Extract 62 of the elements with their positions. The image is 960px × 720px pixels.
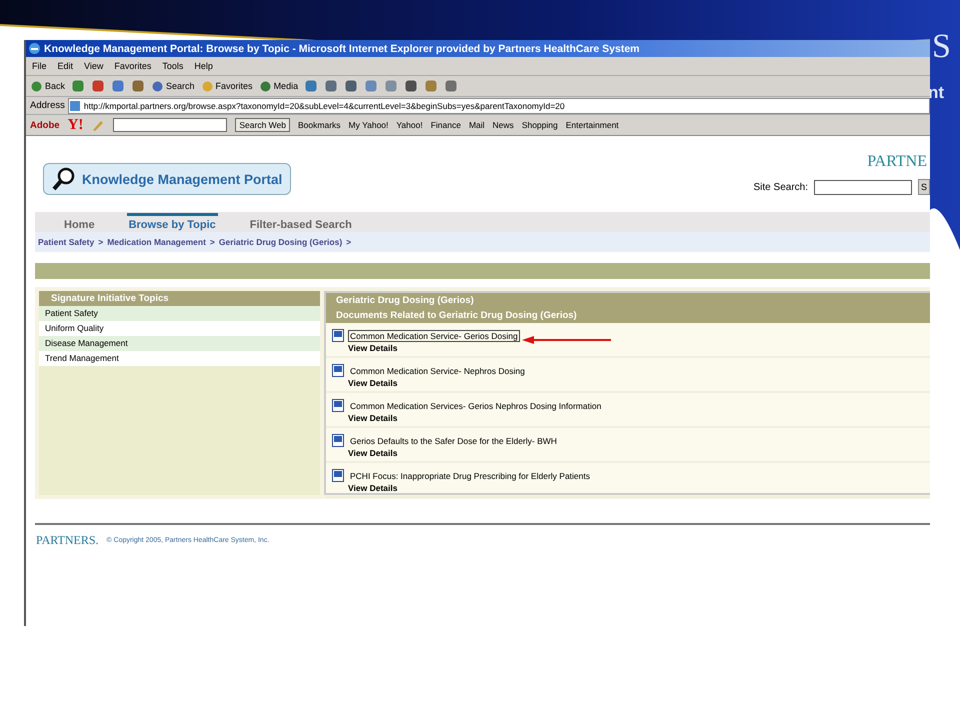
view-details-link[interactable]: View Details xyxy=(348,343,398,353)
breadcrumb-link[interactable]: Medication Management xyxy=(107,237,206,247)
partners-logo: PARTNE xyxy=(867,153,927,171)
toolbar-link[interactable]: Bookmarks xyxy=(298,120,341,130)
document-link[interactable]: Common Medication Service- Nephros Dosing xyxy=(348,365,527,377)
document-link[interactable]: Common Medication Services- Gerios Nephros Dosing Information xyxy=(348,400,604,412)
menu-item[interactable]: Tools xyxy=(162,61,184,71)
document-link[interactable]: PCHI Focus: Inappropriate Drug Prescribing for Elderly Patients xyxy=(348,470,592,482)
toolbar-link[interactable]: Mail xyxy=(468,120,485,130)
search-button[interactable]: Search xyxy=(151,80,195,92)
address-field[interactable]: http://kmportal.partners.org/browse.aspx?taxonomyId=20&subLevel=4&currentLevel=3&beginSubs=yes&parentTaxonomyId=20 xyxy=(68,98,930,114)
logo-letter: S xyxy=(932,30,951,64)
sidebar-heading: Signature Initiative Topics xyxy=(39,291,320,306)
toolbar-link[interactable]: My Yahoo! xyxy=(348,120,388,130)
nav-tab[interactable]: Filter-based Search xyxy=(248,212,354,232)
toolbar-link[interactable]: Finance xyxy=(430,120,461,130)
document-icon xyxy=(332,399,344,412)
toolbar-link[interactable]: News xyxy=(492,120,514,130)
menu-item[interactable]: Help xyxy=(194,61,213,71)
view-details-link[interactable]: View Details xyxy=(348,413,398,423)
sidebar-item[interactable]: Uniform Quality xyxy=(39,321,320,336)
document-link[interactable]: Common Medication Service- Gerios Dosing xyxy=(348,330,520,342)
documents-subtitle: Documents Related to Geriatric Drug Dosing (Gerios) xyxy=(336,310,578,321)
site-search-field[interactable] xyxy=(814,180,912,194)
nav-tab[interactable]: Home xyxy=(62,212,97,232)
breadcrumb-separator: > xyxy=(346,237,352,247)
document-icon xyxy=(332,469,344,482)
portal-logo[interactable]: Knowledge Management Portal xyxy=(43,163,292,195)
sidebar-item[interactable]: Patient Safety xyxy=(39,306,320,321)
back-button[interactable]: Back xyxy=(30,80,66,92)
sidebar-item[interactable]: Trend Management xyxy=(39,351,320,366)
favorites-button[interactable]: Favorites xyxy=(200,80,253,92)
toolbar-link[interactable]: Shopping xyxy=(522,120,558,130)
menu-item[interactable]: Edit xyxy=(58,61,74,71)
view-details-link[interactable]: View Details xyxy=(348,378,398,388)
view-details-link[interactable]: View Details xyxy=(348,448,398,458)
menu-item[interactable]: View xyxy=(84,61,104,71)
menu-item[interactable]: Favorites xyxy=(114,61,152,71)
breadcrumb-link[interactable]: Geriatric Drug Dosing (Gerios) xyxy=(218,237,342,247)
adobe-button[interactable]: Adobe xyxy=(30,120,60,130)
window-title: Knowledge Management Portal: Browse by Topic - Microsoft Internet Explorer provided by Partners HealthCare System xyxy=(44,42,640,54)
view-details-link[interactable]: View Details xyxy=(348,483,398,493)
media-button[interactable]: Media xyxy=(258,80,298,92)
search-web-button[interactable]: Search Web xyxy=(235,118,290,132)
breadcrumb-separator: > xyxy=(98,237,104,247)
document-icon xyxy=(332,364,344,377)
document-link[interactable]: Gerios Defaults to the Safer Dose for the Elderly- BWH xyxy=(348,435,559,447)
site-search-label: Site Search: xyxy=(754,182,808,192)
sidebar-item[interactable]: Disease Management xyxy=(39,336,320,351)
search-field[interactable] xyxy=(113,118,228,132)
breadcrumb-separator: > xyxy=(210,237,215,247)
toolbar-link[interactable]: Yahoo! xyxy=(396,120,423,130)
address-label: Address xyxy=(30,100,65,111)
breadcrumb-link[interactable]: Patient Safety xyxy=(38,237,94,247)
topic-title: Geriatric Drug Dosing (Gerios) xyxy=(336,295,475,306)
site-search-button[interactable]: S xyxy=(918,179,930,195)
document-icon xyxy=(332,434,344,447)
document-icon xyxy=(332,329,344,342)
menu-item[interactable]: File xyxy=(32,61,47,71)
footer-logo: PARTNERS. xyxy=(36,533,99,548)
browser-icon xyxy=(28,42,41,55)
toolbar-link[interactable]: Entertainment xyxy=(566,120,619,130)
